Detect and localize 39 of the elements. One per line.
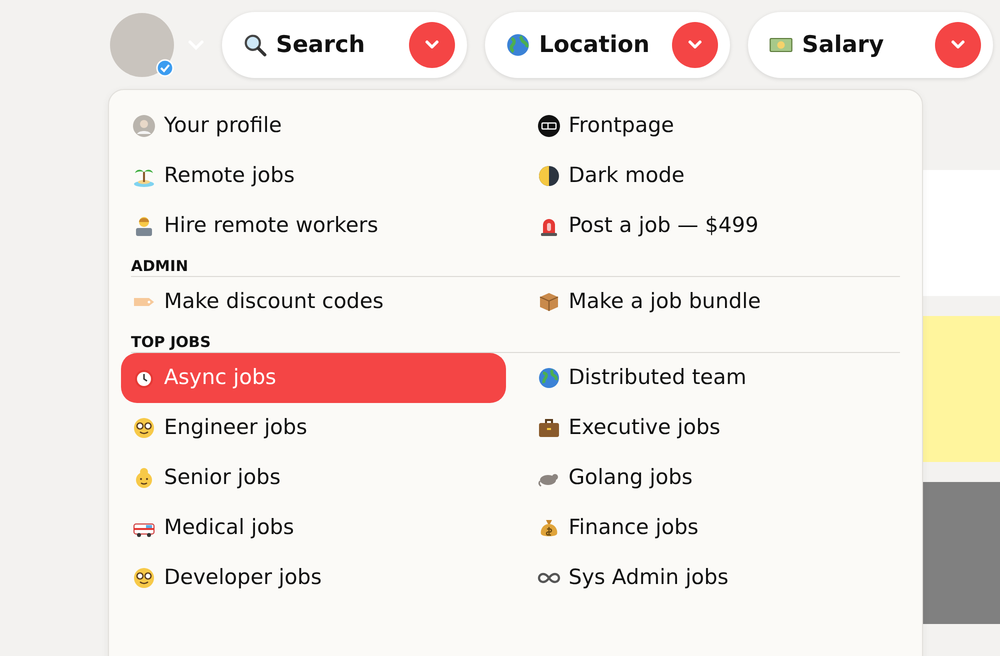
nerd-face-icon bbox=[132, 566, 156, 590]
verified-badge-icon bbox=[156, 59, 174, 77]
globe-icon bbox=[536, 366, 560, 390]
avatar-icon bbox=[132, 114, 156, 138]
filter-pill[interactable]: Location bbox=[485, 12, 730, 78]
menu-item[interactable]: Senior jobs bbox=[121, 453, 506, 503]
menu-item[interactable]: Remote jobs bbox=[121, 151, 506, 201]
menu-item[interactable]: Finance jobs bbox=[526, 503, 910, 553]
menu-item[interactable]: Executive jobs bbox=[526, 403, 910, 453]
menu-item[interactable]: Make a job bundle bbox=[526, 277, 910, 327]
briefcase-icon bbox=[536, 416, 560, 440]
dropdown-button[interactable] bbox=[935, 22, 981, 68]
menu-item[interactable]: Async jobs bbox=[121, 353, 506, 403]
menu-item[interactable]: Hire remote workers bbox=[121, 201, 506, 251]
menu-item[interactable]: Frontpage bbox=[526, 101, 910, 151]
filter-label: Salary bbox=[802, 30, 885, 60]
nerd-face-icon bbox=[132, 416, 156, 440]
globe-icon bbox=[505, 32, 531, 58]
dropdown-button[interactable] bbox=[409, 22, 455, 68]
menu-item[interactable]: Golang jobs bbox=[526, 453, 910, 503]
menu-item[interactable]: Your profile bbox=[121, 101, 506, 151]
half-moon-icon bbox=[536, 164, 560, 188]
logo-icon bbox=[536, 114, 560, 138]
filter-label: Location bbox=[539, 30, 651, 60]
menu-item[interactable]: Developer jobs bbox=[121, 553, 506, 603]
filter-pill[interactable]: Salary bbox=[748, 12, 993, 78]
search-icon bbox=[242, 32, 268, 58]
filter-pill[interactable]: Search bbox=[222, 12, 467, 78]
filter-label: Search bbox=[276, 30, 366, 60]
menu-item[interactable]: Dark mode bbox=[526, 151, 910, 201]
menu-item[interactable]: Medical jobs bbox=[121, 503, 506, 553]
section-heading: ADMIN bbox=[131, 256, 190, 276]
menu-item[interactable]: Make discount codes bbox=[121, 277, 506, 327]
dropdown-button[interactable] bbox=[672, 22, 718, 68]
menu-item[interactable]: Engineer jobs bbox=[121, 403, 506, 453]
menu-item[interactable]: Sys Admin jobs bbox=[526, 553, 910, 603]
section-heading: TOP JOBS bbox=[131, 332, 212, 352]
menu-item[interactable]: Distributed team bbox=[526, 353, 910, 403]
menu-item[interactable]: Post a job — $499 bbox=[526, 201, 910, 251]
